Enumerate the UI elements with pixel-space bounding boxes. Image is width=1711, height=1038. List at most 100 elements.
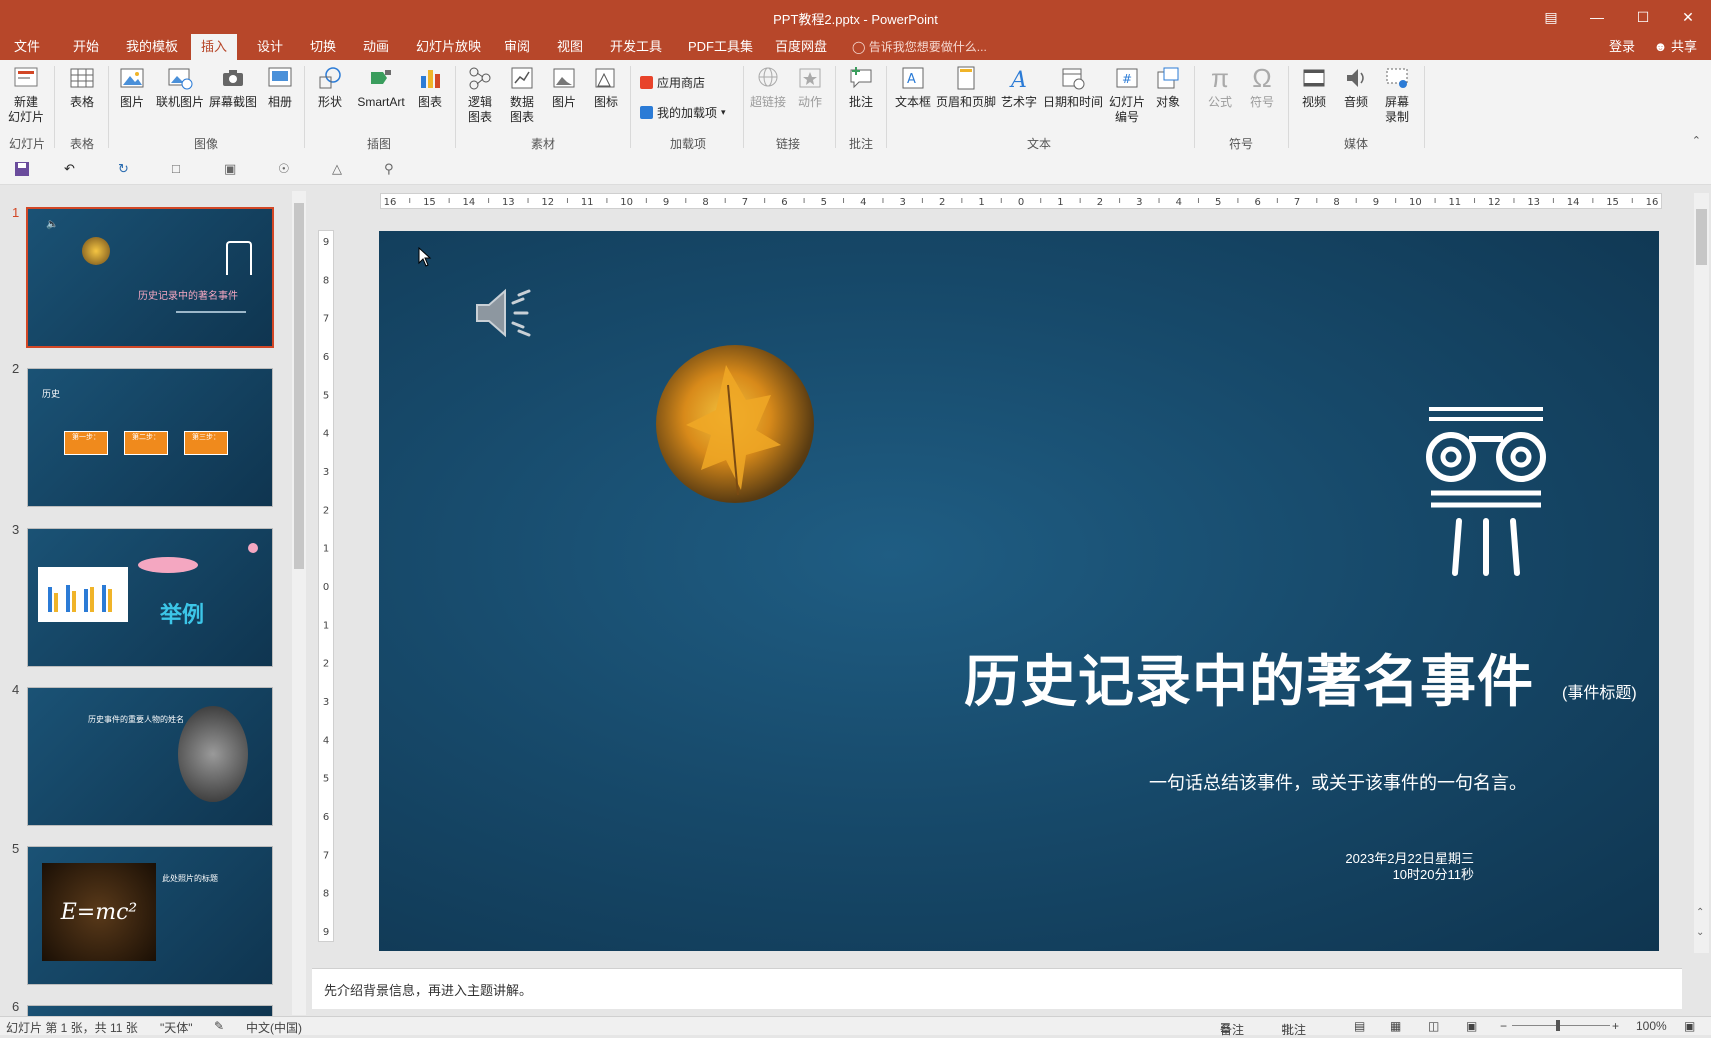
tab-home[interactable]: 开始: [63, 34, 109, 60]
minimize-button[interactable]: —: [1574, 0, 1620, 34]
logic-chart-button[interactable]: 逻辑 图表: [462, 64, 498, 125]
slide-thumbnail-1[interactable]: 🔈 历史记录中的著名事件: [26, 207, 274, 348]
collapse-ribbon-icon[interactable]: ⌃: [1692, 134, 1701, 147]
online-picture-button[interactable]: 联机图片: [154, 64, 206, 110]
zoom-search-icon[interactable]: ⚲: [384, 161, 402, 177]
tab-developer[interactable]: 开发工具: [600, 34, 672, 60]
new-slide-button[interactable]: 新建 幻灯片: [4, 64, 48, 125]
app-store-button[interactable]: 应用商店: [640, 74, 705, 91]
screen-record-button[interactable]: 屏幕 录制: [1378, 64, 1416, 125]
group-separator: [1288, 66, 1289, 148]
wordart-button[interactable]: A 艺术字: [1000, 64, 1038, 110]
thumbnail-title: 历史记录中的著名事件: [138, 291, 238, 302]
equation-button[interactable]: π 公式: [1202, 64, 1238, 110]
language-status[interactable]: 中文(中国): [246, 1019, 302, 1036]
normal-view-icon[interactable]: ▤: [1354, 1019, 1365, 1033]
maximize-button[interactable]: ☐: [1620, 0, 1666, 34]
slide-number-button[interactable]: # 幻灯片 编号: [1106, 64, 1148, 125]
zoom-level[interactable]: 100%: [1636, 1019, 1667, 1033]
object-button[interactable]: 对象: [1150, 64, 1186, 110]
tab-design[interactable]: 设计: [247, 34, 293, 60]
smartart-button[interactable]: SmartArt: [352, 64, 410, 110]
screenshot-button[interactable]: 屏幕截图: [208, 64, 258, 110]
slide-thumbnail-5[interactable]: E=mc² 此处照片的标题: [27, 846, 273, 985]
tab-baidu-netdisk[interactable]: 百度网盘: [765, 34, 837, 60]
login-button[interactable]: 登录: [1609, 34, 1635, 60]
tab-slideshow[interactable]: 幻灯片放映: [406, 34, 491, 60]
tab-transitions[interactable]: 切换: [300, 34, 346, 60]
ruler-tick-label: 0: [1018, 197, 1024, 208]
audio-button[interactable]: 音频: [1338, 64, 1374, 110]
undo-icon[interactable]: ↶: [64, 161, 82, 177]
action-button[interactable]: 动作: [792, 64, 828, 110]
fit-to-window-icon[interactable]: ▣: [1684, 1019, 1695, 1033]
textbox-button[interactable]: A 文本框: [892, 64, 934, 110]
ribbon-display-options-button[interactable]: ▤: [1528, 0, 1574, 34]
slide-thumbnail-4[interactable]: 历史事件的重要人物的姓名: [27, 687, 273, 826]
from-beginning-icon[interactable]: □: [172, 161, 190, 177]
symbol-button[interactable]: Ω 符号: [1244, 64, 1280, 110]
slide-title[interactable]: 历史记录中的著名事件: [964, 637, 1534, 718]
tab-insert[interactable]: 插入: [191, 34, 238, 60]
slide-datetime[interactable]: 2023年2月22日星期三 10时20分11秒: [1345, 851, 1474, 883]
comment-button[interactable]: 批注: [843, 64, 879, 110]
album-button[interactable]: 相册: [262, 64, 298, 110]
next-slide-icon[interactable]: ⌄: [1696, 927, 1704, 938]
ruler-tick-label: 3: [323, 467, 329, 478]
slide-vertical-scrollbar[interactable]: ⌃ ⌄: [1694, 193, 1709, 953]
action-label: 动作: [797, 95, 822, 109]
material-picture-button[interactable]: 图片: [546, 64, 582, 110]
slide-sorter-icon[interactable]: ▦: [1390, 1019, 1401, 1033]
slide-title-tag[interactable]: (事件标题): [1562, 679, 1637, 703]
tab-view[interactable]: 视图: [547, 34, 593, 60]
spellcheck-icon[interactable]: ✎: [214, 1019, 224, 1033]
group-separator: [1424, 66, 1425, 148]
data-chart-button[interactable]: 数据 图表: [504, 64, 540, 125]
thumbnail-scrollbar[interactable]: [292, 191, 306, 1015]
slide-canvas[interactable]: 历史记录中的著名事件 (事件标题) 一句话总结该事件，或关于该事件的一句名言。 …: [379, 231, 1659, 951]
icon-button[interactable]: 图标: [588, 64, 624, 110]
slide-thumbnail-3[interactable]: 举例: [27, 528, 273, 667]
slide-thumbnail-2[interactable]: 历史 第一步： 第二步： 第三步：: [27, 368, 273, 507]
close-button[interactable]: ✕: [1665, 0, 1711, 34]
tab-file[interactable]: 文件: [4, 34, 50, 60]
chart-button[interactable]: 图表: [414, 64, 446, 110]
notes-text[interactable]: 先介绍背景信息，再进入主题讲解。: [324, 980, 532, 999]
leaf-photo[interactable]: [656, 345, 814, 503]
comments-toggle-label: 批注: [1282, 1023, 1307, 1037]
tab-pdf-tools[interactable]: PDF工具集: [678, 34, 763, 60]
presenter-icon[interactable]: △: [332, 161, 350, 177]
save-icon[interactable]: [14, 161, 32, 177]
share-button[interactable]: ☻ 共享: [1654, 34, 1697, 60]
audio-speaker-icon[interactable]: [473, 283, 539, 346]
scrollbar-thumb[interactable]: [1696, 209, 1707, 265]
redo-icon[interactable]: ↻: [118, 161, 136, 177]
video-button[interactable]: 视频: [1296, 64, 1332, 110]
table-button[interactable]: 表格: [62, 64, 102, 110]
thumbnail-number: 3: [12, 522, 20, 537]
hyperlink-button[interactable]: 超链接: [748, 64, 788, 110]
zoom-in-button[interactable]: +: [1612, 1019, 1619, 1033]
present-icon[interactable]: ☉: [278, 161, 296, 177]
slideshow-view-icon[interactable]: ▣: [1466, 1019, 1477, 1033]
tell-me-text: 告诉我您想要做什么...: [868, 40, 987, 54]
prev-slide-icon[interactable]: ⌃: [1696, 907, 1704, 918]
tab-my-templates[interactable]: 我的模板: [116, 34, 188, 60]
header-footer-button[interactable]: 页眉和页脚: [936, 64, 996, 110]
shapes-button[interactable]: 形状: [312, 64, 348, 110]
zoom-slider[interactable]: [1512, 1025, 1610, 1026]
tell-me-search[interactable]: ◯ 告诉我您想要做什么...: [852, 34, 987, 60]
reading-view-icon[interactable]: ◫: [1428, 1019, 1439, 1033]
tab-animations[interactable]: 动画: [353, 34, 399, 60]
tab-review[interactable]: 审阅: [494, 34, 540, 60]
slide-subtitle[interactable]: 一句话总结该事件，或关于该事件的一句名言。: [1149, 769, 1527, 795]
my-addins-button[interactable]: 我的加载项 ▾: [640, 104, 726, 121]
zoom-out-button[interactable]: −: [1500, 1019, 1507, 1033]
scrollbar-thumb[interactable]: [294, 203, 304, 569]
datetime-button[interactable]: 日期和时间: [1040, 64, 1106, 110]
layout-icon[interactable]: ▣: [224, 161, 242, 177]
picture-button[interactable]: 图片: [114, 64, 150, 110]
notes-pane[interactable]: 先介绍背景信息，再进入主题讲解。: [312, 968, 1682, 1009]
zoom-slider-thumb[interactable]: [1556, 1020, 1560, 1031]
ruler-tick-label: 9: [663, 197, 669, 208]
